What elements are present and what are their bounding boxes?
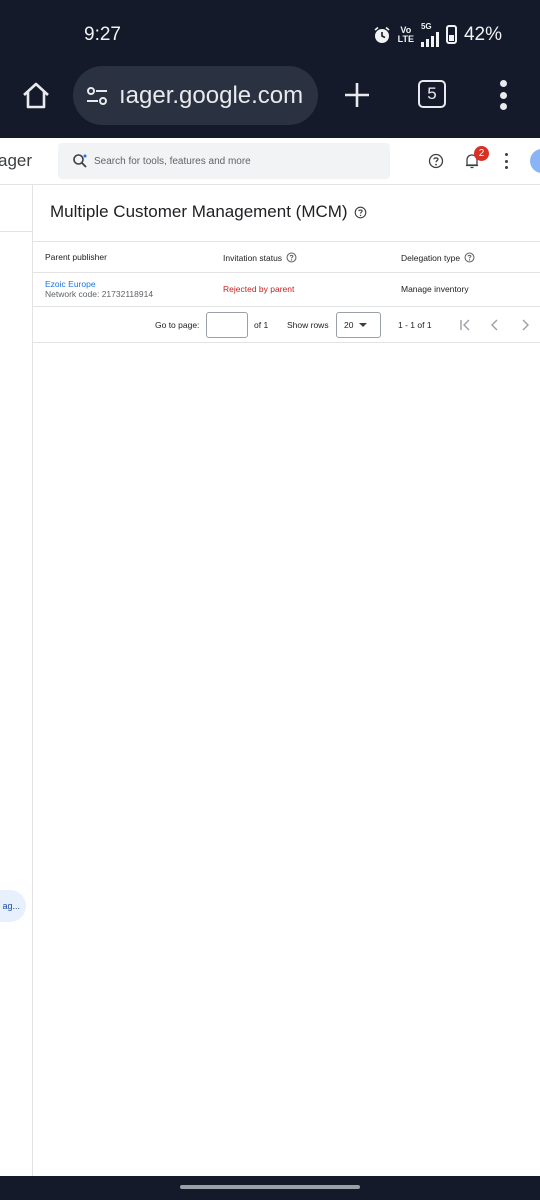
web-content: ager Search for tools, features and more… — [0, 138, 540, 1176]
table-row: Ezoic Europe Network code: 21732118914 R… — [33, 273, 540, 307]
tab-count: 5 — [427, 84, 437, 103]
rows-per-page-select[interactable]: 20 — [336, 312, 381, 338]
gesture-bar — [0, 1176, 540, 1200]
publisher-link[interactable]: Ezoic Europe — [45, 279, 96, 289]
alarm-icon — [374, 26, 390, 43]
goto-page-input[interactable] — [206, 312, 248, 338]
browser-toolbar: ıager.google.com 5 — [0, 66, 540, 138]
status-time: 9:27 — [84, 24, 121, 45]
rail-divider — [0, 231, 33, 232]
brand-name[interactable]: ager — [0, 151, 32, 171]
search-input[interactable]: Search for tools, features and more — [58, 143, 390, 179]
page-title-row: Multiple Customer Management (MCM) — [50, 202, 367, 222]
battery-icon — [445, 25, 457, 44]
tune-icon[interactable] — [85, 84, 109, 108]
help-icon[interactable] — [428, 153, 444, 169]
range-label: 1 - 1 of 1 — [398, 320, 432, 330]
first-page-icon[interactable] — [458, 318, 472, 332]
left-rail: ag... — [0, 185, 33, 1176]
avatar[interactable] — [530, 149, 540, 173]
delegation-type: Manage inventory — [401, 284, 469, 294]
table-header: Parent publisher Invitation status Deleg… — [33, 241, 540, 273]
invitation-status: Rejected by parent — [223, 284, 295, 294]
more-vert-icon[interactable] — [505, 153, 509, 169]
signal-icon: 5G — [420, 22, 439, 47]
column-header[interactable]: Invitation status — [223, 252, 297, 263]
search-placeholder: Search for tools, features and more — [94, 155, 251, 167]
help-icon[interactable] — [464, 252, 475, 263]
rows-label: Show rows — [287, 320, 329, 330]
caret-down-icon — [359, 323, 368, 327]
mcm-table: Parent publisher Invitation status Deleg… — [33, 241, 540, 343]
pagination: Go to page: of 1 Show rows 20 1 - 1 of 1 — [33, 307, 540, 343]
goto-label: Go to page: — [155, 320, 200, 330]
home-icon[interactable] — [20, 80, 52, 112]
help-icon[interactable] — [286, 252, 297, 263]
battery-percent: 42% — [463, 23, 502, 45]
volte-icon: Vo LTE — [397, 24, 414, 44]
status-bar: 9:27 Vo LTE 5G 42% — [0, 0, 540, 66]
status-icons: Vo LTE 5G 42% — [373, 22, 502, 47]
url-text: ıager.google.com — [119, 81, 304, 109]
tabs-icon[interactable]: 5 — [418, 80, 446, 108]
gesture-handle[interactable] — [180, 1185, 360, 1189]
search-icon — [73, 154, 87, 168]
page-total: of 1 — [254, 320, 269, 330]
chevron-right-icon[interactable] — [518, 318, 532, 332]
rows-value: 20 — [344, 320, 354, 330]
network-code: Network code: 21732118914 — [45, 289, 154, 299]
help-icon[interactable] — [354, 206, 367, 219]
rail-chip[interactable]: ag... — [0, 890, 26, 922]
address-bar[interactable]: ıager.google.com — [73, 66, 318, 125]
app-header: ager Search for tools, features and more… — [0, 138, 540, 185]
overflow-menu-icon[interactable] — [498, 80, 508, 110]
chevron-left-icon[interactable] — [488, 318, 502, 332]
page-title: Multiple Customer Management (MCM) — [50, 202, 348, 221]
column-header[interactable]: Parent publisher — [45, 252, 107, 262]
column-header[interactable]: Delegation type — [401, 252, 475, 263]
plus-icon[interactable] — [342, 80, 372, 110]
notification-badge: 2 — [474, 146, 489, 161]
